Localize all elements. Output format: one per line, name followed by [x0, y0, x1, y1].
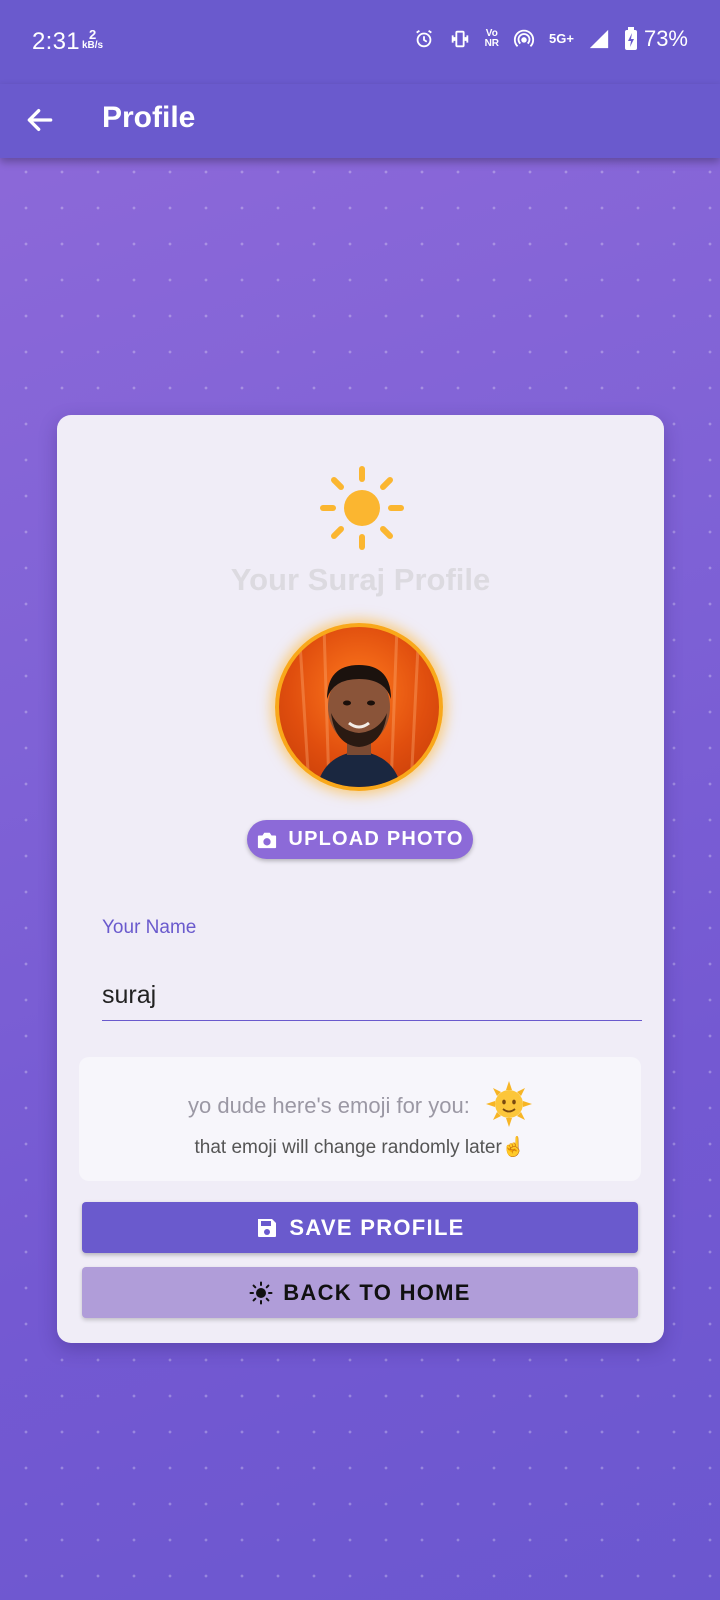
save-profile-button[interactable]: SAVE PROFILE [82, 1202, 638, 1253]
card-title: Your Suraj Profile [230, 562, 491, 597]
emoji-box: yo dude here's emoji for you: that emoji… [79, 1057, 641, 1181]
app-bar: Profile [0, 84, 720, 158]
back-to-home-label: BACK TO HOME [283, 1279, 471, 1305]
network-speed: 2 kB/s [82, 27, 104, 51]
battery-percent: 73% [643, 26, 688, 51]
brightness-icon [249, 1281, 273, 1304]
status-bar: 2:31 2 kB/s Vo NR 5G+ 73% [0, 0, 720, 84]
upload-photo-button[interactable]: UPLOAD PHOTO [247, 820, 473, 859]
emoji-message: yo dude here's emoji for you: [79, 1081, 641, 1133]
profile-card: Your Suraj Profile UPLOAD PHOTO Your Nam… [57, 415, 664, 1343]
avatar[interactable] [275, 623, 443, 791]
emoji-note: that emoji will change randomly later☝️ [194, 1137, 526, 1158]
upload-photo-label: UPLOAD PHOTO [288, 828, 464, 850]
camera-icon [258, 832, 277, 848]
network-type: 5G+ [549, 31, 574, 46]
back-to-home-button[interactable]: BACK TO HOME [82, 1267, 638, 1318]
status-time: 2:31 [32, 28, 80, 55]
arrow-back-icon[interactable] [24, 104, 56, 136]
name-field-label: Your Name [102, 917, 197, 938]
battery-charging-icon [624, 27, 637, 50]
emoji-message-text: yo dude here's emoji for you: [188, 1092, 470, 1118]
hotspot-icon [513, 29, 535, 47]
volte-indicator: Vo NR [485, 29, 499, 49]
volte-label-bottom: NR [484, 38, 500, 49]
save-profile-label: SAVE PROFILE [289, 1214, 465, 1240]
sun-with-face-emoji [485, 1081, 532, 1133]
name-field[interactable] [102, 970, 642, 1021]
network-speed-value: 2 [88, 27, 97, 42]
signal-icon [589, 29, 609, 49]
vibrate-icon [451, 30, 468, 48]
alarm-icon [415, 29, 432, 48]
sun-icon [320, 466, 404, 550]
page-title: Profile [102, 101, 196, 134]
status-icons: Vo NR 5G+ 73% [413, 26, 688, 52]
network-speed-unit: kB/s [82, 40, 104, 51]
save-icon [258, 1218, 277, 1237]
avatar-photo [297, 627, 421, 787]
